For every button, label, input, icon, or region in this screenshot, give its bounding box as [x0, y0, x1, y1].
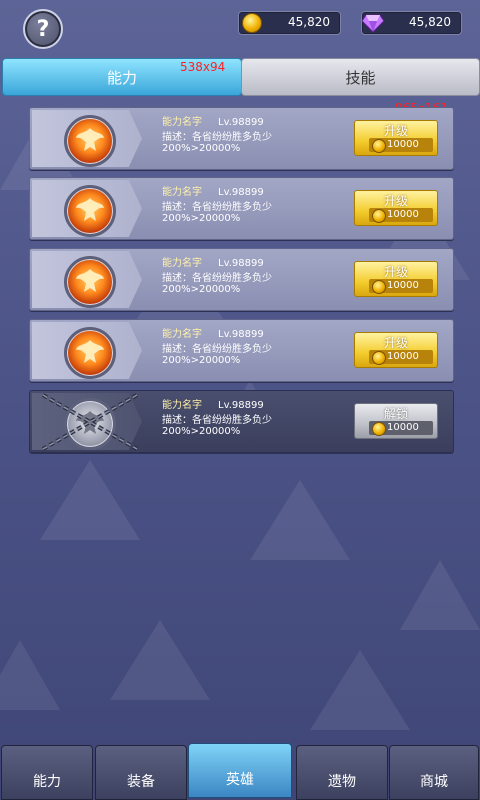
nav-equipment-label: 装备 [127, 774, 155, 790]
ability-level: Lv.98899 [218, 187, 264, 198]
ability-description: 描述：各省纷纷胜多负少 [162, 202, 272, 213]
diamond-amount: 45,820 [409, 15, 451, 29]
nav-ability-label: 能力 [33, 774, 61, 790]
ability-description: 描述：各省纷纷胜多负少 [162, 344, 272, 355]
gold-coin-icon [372, 280, 386, 294]
ability-row: 能力名字 Lv.98899 描述：各省纷纷胜多负少 200%>20000% 升级 … [29, 319, 454, 382]
ability-percent: 200%>20000% [162, 213, 241, 224]
help-button[interactable]: ? [23, 9, 63, 49]
nav-shop[interactable]: 商城 [389, 745, 479, 800]
ability-title: 能力名字 Lv.98899 [162, 113, 264, 128]
upgrade-button[interactable]: 升级 10000 [354, 190, 438, 226]
chains-icon [42, 393, 138, 451]
ability-title: 能力名字 Lv.98899 [162, 254, 264, 269]
nav-hero-label: 英雄 [226, 772, 254, 788]
nav-shop-label: 商城 [420, 774, 448, 790]
ability-name: 能力名字 [162, 400, 202, 411]
upgrade-button[interactable]: 升级 10000 [354, 261, 438, 297]
ability-row-locked: 能力名字 Lv.98899 描述：各省纷纷胜多负少 200%>20000% 解锁 … [29, 390, 454, 453]
nav-equipment[interactable]: 装备 [95, 745, 187, 800]
upgrade-label: 升级 [383, 194, 408, 208]
ability-level: Lv.98899 [218, 117, 264, 128]
phoenix-medal-icon [64, 185, 116, 237]
upgrade-cost: 10000 [387, 209, 419, 220]
gold-coin-icon [372, 209, 386, 223]
ability-description: 描述：各省纷纷胜多负少 [162, 273, 272, 284]
upgrade-label: 升级 [383, 124, 408, 138]
nav-relic[interactable]: 遗物 [296, 745, 388, 800]
size-annotation: 538x94 [180, 60, 226, 74]
nav-ability[interactable]: 能力 [1, 745, 93, 800]
upgrade-cost: 10000 [387, 280, 419, 291]
ability-row: 能力名字 Lv.98899 描述：各省纷纷胜多负少 200%>20000% 升级 … [29, 177, 454, 240]
gold-coin-icon [372, 422, 386, 436]
help-icon: ? [36, 16, 50, 42]
ability-level: Lv.98899 [218, 258, 264, 269]
ability-row: 能力名字 Lv.98899 描述：各省纷纷胜多负少 200%>20000% 升级 … [29, 248, 454, 311]
upgrade-button[interactable]: 升级 10000 [354, 120, 438, 156]
diamond-counter: 45,820 [361, 11, 462, 35]
tab-ability-label: 能力 [106, 68, 137, 87]
upgrade-label: 升级 [383, 265, 408, 279]
ability-percent: 200%>20000% [162, 355, 241, 366]
gold-coin-icon [242, 13, 262, 33]
ability-title: 能力名字 Lv.98899 [162, 396, 264, 411]
nav-relic-label: 遗物 [328, 774, 356, 790]
ability-percent: 200%>20000% [162, 143, 241, 154]
gold-coin-icon [372, 351, 386, 365]
ability-title: 能力名字 Lv.98899 [162, 325, 264, 340]
unlock-cost: 10000 [387, 422, 419, 433]
unlock-button[interactable]: 解锁 10000 [354, 403, 438, 439]
ability-percent: 200%>20000% [162, 426, 241, 437]
upgrade-cost: 10000 [387, 351, 419, 362]
ability-name: 能力名字 [162, 258, 202, 269]
phoenix-medal-icon [64, 327, 116, 379]
ability-name: 能力名字 [162, 187, 202, 198]
tab-skill[interactable]: 技能 [241, 58, 480, 96]
phoenix-medal-icon [64, 256, 116, 308]
ability-percent: 200%>20000% [162, 284, 241, 295]
ability-row: 能力名字 Lv.98899 描述：各省纷纷胜多负少 200%>20000% 升级 … [29, 107, 454, 170]
unlock-label: 解锁 [383, 407, 408, 421]
ability-title: 能力名字 Lv.98899 [162, 183, 264, 198]
ability-name: 能力名字 [162, 329, 202, 340]
nav-hero[interactable]: 英雄 [188, 743, 292, 798]
gold-amount: 45,820 [288, 15, 330, 29]
ability-description: 描述：各省纷纷胜多负少 [162, 415, 272, 426]
ability-level: Lv.98899 [218, 400, 264, 411]
upgrade-cost: 10000 [387, 139, 419, 150]
phoenix-medal-icon [64, 115, 116, 167]
diamond-icon [362, 14, 384, 33]
tab-skill-label: 技能 [345, 68, 376, 87]
gold-coin-icon [372, 139, 386, 153]
ability-name: 能力名字 [162, 117, 202, 128]
ability-description: 描述：各省纷纷胜多负少 [162, 132, 272, 143]
gold-counter: 45,820 [238, 11, 341, 35]
upgrade-label: 升级 [383, 336, 408, 350]
ability-level: Lv.98899 [218, 329, 264, 340]
upgrade-button[interactable]: 升级 10000 [354, 332, 438, 368]
